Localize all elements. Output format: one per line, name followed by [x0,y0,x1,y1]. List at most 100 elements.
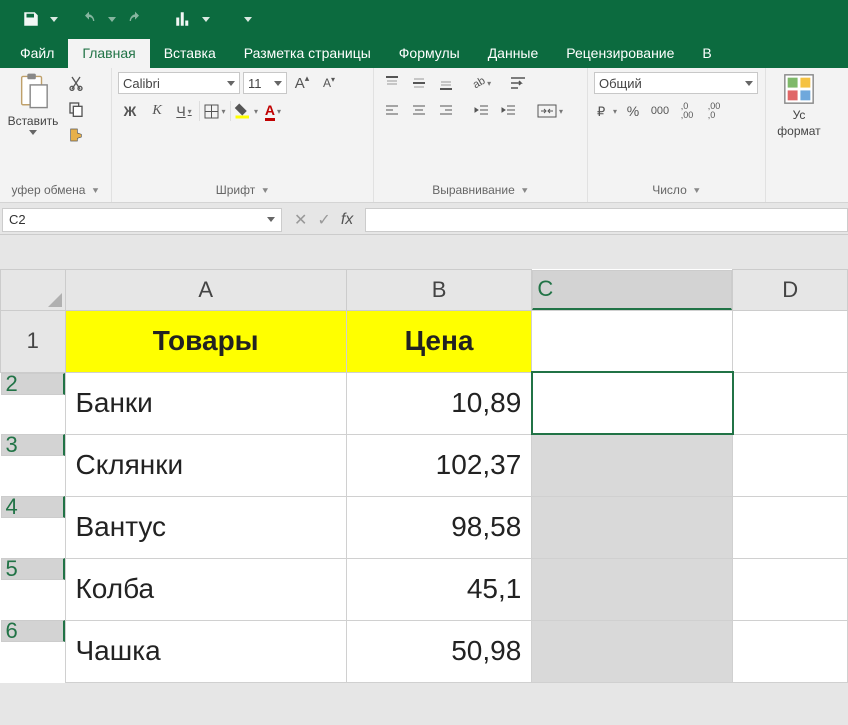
table-row: 5 Колба 45,1 [1,558,848,620]
cell-D5[interactable] [733,558,848,620]
cell-D6[interactable] [733,620,848,682]
fill-color-icon[interactable]: ▾ [234,100,258,122]
cell-B2[interactable]: 10,89 [346,372,532,434]
decrease-decimal-icon[interactable]: ,00,0 [702,100,726,122]
cell-C6[interactable] [532,620,733,682]
row-header-5[interactable]: 5 [1,558,65,580]
column-header-C[interactable]: C [532,270,732,310]
undo-icon[interactable] [72,4,106,34]
row-header-1[interactable]: 1 [1,310,66,372]
group-font: Calibri 11 A▴ A▾ Ж К Ч▾ ▾ ▾ А▾ Шрифт⯆ [112,68,374,202]
formula-bar: C2 ✕ ✓ fx [0,205,848,235]
align-left-icon[interactable] [380,100,404,122]
select-all-corner[interactable] [1,270,66,311]
qat-customize-icon[interactable] [244,17,252,22]
number-format-select[interactable]: Общий [594,72,758,94]
cell-A1[interactable]: Товары [65,310,346,372]
merge-center-icon[interactable]: ▾ [533,100,567,122]
cell-B1[interactable]: Цена [346,310,532,372]
tab-view[interactable]: В [688,39,725,68]
group-number: Общий ₽▾ % 000 ,0,00 ,00,0 Число⯆ [588,68,766,202]
align-right-icon[interactable] [434,100,458,122]
align-top-icon[interactable] [380,72,404,94]
format-painter-icon[interactable] [64,124,88,146]
cell-B5[interactable]: 45,1 [346,558,532,620]
percent-format-icon[interactable]: % [621,100,645,122]
save-icon[interactable] [14,4,48,34]
cell-D4[interactable] [733,496,848,558]
row-header-3[interactable]: 3 [1,434,65,456]
decrease-font-icon[interactable]: A▾ [317,72,341,94]
increase-indent-icon[interactable] [497,100,521,122]
font-color-icon[interactable]: А▾ [261,100,285,122]
cell-D1[interactable] [733,310,848,372]
group-clipboard: Вставить уфер обмена⯆ [0,68,112,202]
copy-icon[interactable] [64,98,88,120]
quick-access-toolbar [0,0,848,38]
name-box-dropdown-icon [267,217,275,222]
cond-format-label1: Ус [793,108,806,122]
cell-A4[interactable]: Вантус [65,496,346,558]
formula-input[interactable] [365,208,848,232]
chart-dropdown-icon[interactable] [202,17,210,22]
qat-dropdown-icon[interactable] [50,17,58,22]
paste-label: Вставить [8,114,59,128]
bold-button[interactable]: Ж [118,100,142,122]
svg-text:₽: ₽ [597,104,605,119]
cell-C1[interactable] [532,310,733,372]
table-row: 3 Склянки 102,37 [1,434,848,496]
cell-B3[interactable]: 102,37 [346,434,532,496]
table-row: 2 Банки 10,89 [1,372,848,434]
cell-A5[interactable]: Колба [65,558,346,620]
row-header-6[interactable]: 6 [1,620,65,642]
italic-button[interactable]: К [145,100,169,122]
enter-formula-icon[interactable]: ✓ [317,210,330,230]
column-header-D[interactable]: D [733,270,848,311]
redo-icon[interactable] [118,4,152,34]
cell-A6[interactable]: Чашка [65,620,346,682]
font-name-select[interactable]: Calibri [118,72,240,94]
tab-review[interactable]: Рецензирование [552,39,688,68]
increase-font-icon[interactable]: A▴ [290,72,314,94]
decrease-indent-icon[interactable] [470,100,494,122]
row-header-2[interactable]: 2 [1,373,65,395]
row-header-4[interactable]: 4 [1,496,65,518]
column-header-A[interactable]: A [65,270,346,311]
align-middle-icon[interactable] [407,72,431,94]
accounting-format-icon[interactable]: ₽▾ [594,100,618,122]
cell-C5[interactable] [532,558,733,620]
cell-C4[interactable] [532,496,733,558]
orientation-icon[interactable]: ab▾ [470,72,494,94]
column-header-B[interactable]: B [346,270,532,311]
cell-A2[interactable]: Банки [65,372,346,434]
wrap-text-icon[interactable] [506,72,530,94]
align-center-icon[interactable] [407,100,431,122]
chart-icon[interactable] [166,4,200,34]
fx-icon[interactable]: fx [341,211,353,229]
cell-A3[interactable]: Склянки [65,434,346,496]
cut-icon[interactable] [64,72,88,94]
tab-insert[interactable]: Вставка [150,39,230,68]
tab-formulas[interactable]: Формулы [385,39,474,68]
tab-page-layout[interactable]: Разметка страницы [230,39,385,68]
tab-data[interactable]: Данные [474,39,553,68]
comma-format-icon[interactable]: 000 [648,100,672,122]
conditional-formatting-button[interactable]: Ус формат [772,72,826,138]
cell-C2[interactable] [532,372,733,434]
cell-C3[interactable] [532,434,733,496]
tab-home[interactable]: Главная [68,39,149,68]
cancel-formula-icon[interactable]: ✕ [294,210,307,230]
cell-B6[interactable]: 50,98 [346,620,532,682]
paste-button[interactable]: Вставить [6,72,60,146]
align-bottom-icon[interactable] [434,72,458,94]
cell-D2[interactable] [733,372,848,434]
name-box[interactable]: C2 [2,208,282,232]
borders-icon[interactable]: ▾ [203,100,227,122]
underline-button[interactable]: Ч▾ [172,100,196,122]
increase-decimal-icon[interactable]: ,0,00 [675,100,699,122]
undo-dropdown-icon[interactable] [108,17,116,22]
cell-D3[interactable] [733,434,848,496]
tab-file[interactable]: Файл [6,39,68,68]
font-size-select[interactable]: 11 [243,72,287,94]
cell-B4[interactable]: 98,58 [346,496,532,558]
